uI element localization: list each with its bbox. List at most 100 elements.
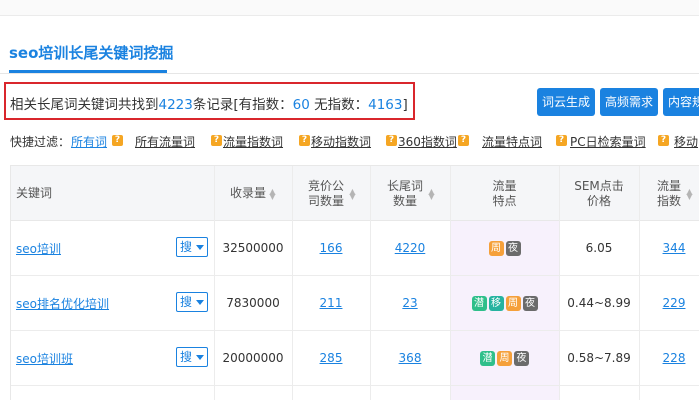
header-bid-companies[interactable]: 竞价公司数量 ▲ ▼ [292, 166, 370, 221]
filter-label: 所有词 [71, 135, 108, 149]
traffic-features-cell: 潜移周夜 [450, 276, 559, 330]
traffic-index-link[interactable]: 228 [663, 351, 686, 365]
search-dropdown-label: 搜 [180, 295, 193, 309]
filter-label: 流量特点词 [482, 135, 543, 149]
sort-icon[interactable]: ▲ ▼ [349, 187, 356, 200]
sem-price-cell: 6.05 [585, 241, 613, 255]
filter-traffic-index[interactable]: 流量指数词 [223, 133, 283, 150]
filter-label: 所有流量词 [135, 135, 196, 149]
traffic-features-cell: 周夜 [450, 221, 559, 275]
bid-companies-link[interactable]: 285 [320, 351, 343, 365]
keyword-prefix: seo排名优化 [16, 296, 85, 311]
keyword-suffix: 班 [61, 351, 74, 366]
sem-price-cell: 0.58~7.89 [567, 351, 631, 365]
keyword-prefix: seo [16, 351, 37, 366]
header-long-tail-label: 长尾词数量 [386, 178, 423, 208]
header-traffic-index[interactable]: 流量指数 ▲ ▼ [639, 166, 699, 221]
keyword-cell[interactable]: seo培训 [11, 221, 171, 275]
header-indexed[interactable]: 收录量 ▲ ▼ [214, 166, 292, 221]
long-tail-cell[interactable]: 4220 [370, 221, 450, 275]
filter-360-index[interactable]: 360指数词 [398, 133, 457, 150]
keyword-cell[interactable]: seo培训班 [11, 331, 171, 385]
traffic-index-link[interactable]: 229 [663, 296, 686, 310]
summary-with-index-label: 条记录[有指数： [192, 97, 293, 113]
table-row: seo培训班 搜 20000000 285 368 潜周夜 0.58~7.89 … [11, 331, 699, 386]
summary-total-count: 4223 [158, 97, 193, 113]
help-icon[interactable]: ? [211, 135, 222, 146]
sort-icon[interactable]: ▲ ▼ [269, 187, 276, 200]
long-tail-link[interactable]: 4220 [395, 241, 426, 255]
help-icon[interactable]: ? [658, 135, 669, 146]
filter-label: 移动指数词 [311, 135, 372, 149]
help-icon[interactable]: ? [458, 135, 469, 146]
search-dropdown[interactable]: 搜 [176, 237, 208, 257]
keyword-prefix: seo [16, 241, 37, 256]
bid-companies-cell[interactable]: 166 [292, 221, 370, 275]
tag-weekly: 周 [488, 240, 504, 256]
long-tail-cell[interactable]: 368 [370, 331, 450, 385]
traffic-index-link[interactable]: 344 [663, 241, 686, 255]
tab-title-text: 长尾关键词挖掘 [68, 44, 174, 62]
table-row: seo排名优化培训 搜 7830000 211 23 潜移周夜 0.44~8.9… [11, 276, 699, 331]
top-bar [0, 0, 699, 16]
filter-pc-daily-search[interactable]: PC日检索量词 [570, 133, 646, 150]
help-icon[interactable]: ? [556, 135, 567, 146]
keyword-link[interactable]: seo培训 [16, 240, 61, 257]
filter-label: 流量指数词 [223, 135, 284, 149]
quick-filter-label: 快捷过滤： [10, 135, 71, 149]
filter-all-traffic[interactable]: 所有流量词 [135, 133, 195, 150]
keyword-cell[interactable]: seo排名优化培训 [11, 276, 171, 330]
long-tail-link[interactable]: 368 [399, 351, 422, 365]
indexed-cell: 32500000 [222, 241, 284, 255]
traffic-features-cell: 潜周夜 [450, 331, 559, 385]
tag-weekly: 周 [505, 295, 521, 311]
caret-down-icon [196, 245, 204, 250]
tab-divider [0, 73, 699, 74]
sort-icon[interactable]: ▲ ▼ [686, 187, 693, 200]
long-tail-cell[interactable]: 23 [370, 276, 450, 330]
header-sem-price-label: SEM点击价格 [574, 178, 624, 208]
filter-traffic-features[interactable]: 流量特点词 [482, 133, 542, 150]
keyword-link[interactable]: seo排名优化培训 [16, 295, 109, 312]
summary-suffix: ] [402, 97, 408, 113]
filter-mobile[interactable]: 移动 [674, 133, 698, 150]
traffic-index-cell[interactable]: 228 [639, 331, 699, 385]
header-long-tail[interactable]: 长尾词数量 ▲ ▼ [370, 166, 450, 221]
filter-mobile-index[interactable]: 移动指数词 [311, 133, 371, 150]
search-dropdown[interactable]: 搜 [176, 292, 208, 312]
tag-weekly: 周 [497, 350, 512, 366]
result-summary: 相关长尾词关键词共找到4223条记录[有指数：60 无指数：4163] [10, 93, 408, 113]
indexed-cell: 7830000 [226, 296, 280, 310]
tag-night: 夜 [505, 240, 521, 256]
summary-without-index-count: 4163 [368, 97, 403, 113]
help-icon[interactable]: ? [112, 135, 123, 146]
bid-companies-link[interactable]: 166 [320, 241, 343, 255]
table-row: seo培训 搜 32500000 166 4220 周夜 6.05 344 [11, 221, 699, 276]
bid-companies-cell[interactable]: 211 [292, 276, 370, 330]
summary-prefix: 相关长尾词关键词共找到 [10, 97, 159, 113]
wordcloud-button[interactable]: 词云生成 [537, 88, 595, 116]
filter-label: 移动 [674, 135, 699, 149]
traffic-index-cell[interactable]: 229 [639, 276, 699, 330]
sort-icon[interactable]: ▲ ▼ [428, 187, 435, 200]
help-icon[interactable]: ? [386, 135, 397, 146]
bid-companies-cell[interactable]: 285 [292, 331, 370, 385]
high-frequency-button[interactable]: 高频需求 [600, 88, 658, 116]
content-plan-button[interactable]: 内容规 [663, 88, 699, 116]
traffic-index-cell[interactable]: 344 [639, 221, 699, 275]
summary-with-index-count: 60 [292, 97, 310, 113]
header-keyword: 关键词 [16, 186, 53, 200]
tag-night: 夜 [522, 295, 538, 311]
keyword-table: 关键词 收录量 ▲ ▼ 竞价公司数量 ▲ ▼ 长尾词数量 ▲ ▼ 流量特点 SEM点击价格 … [10, 165, 699, 400]
search-dropdown[interactable]: 搜 [176, 347, 208, 367]
search-dropdown-label: 搜 [180, 240, 193, 254]
filter-label: 360指数词 [398, 135, 457, 149]
bid-companies-link[interactable]: 211 [320, 296, 343, 310]
filter-all-words[interactable]: 所有词 [71, 133, 107, 150]
help-icon[interactable]: ? [299, 135, 310, 146]
tag-night: 夜 [514, 350, 529, 366]
tab-active-title[interactable]: seo培训长尾关键词挖掘 [9, 42, 173, 63]
keyword-link[interactable]: seo培训班 [16, 350, 73, 367]
long-tail-link[interactable]: 23 [402, 296, 417, 310]
tag-potential: 潜 [480, 350, 495, 366]
